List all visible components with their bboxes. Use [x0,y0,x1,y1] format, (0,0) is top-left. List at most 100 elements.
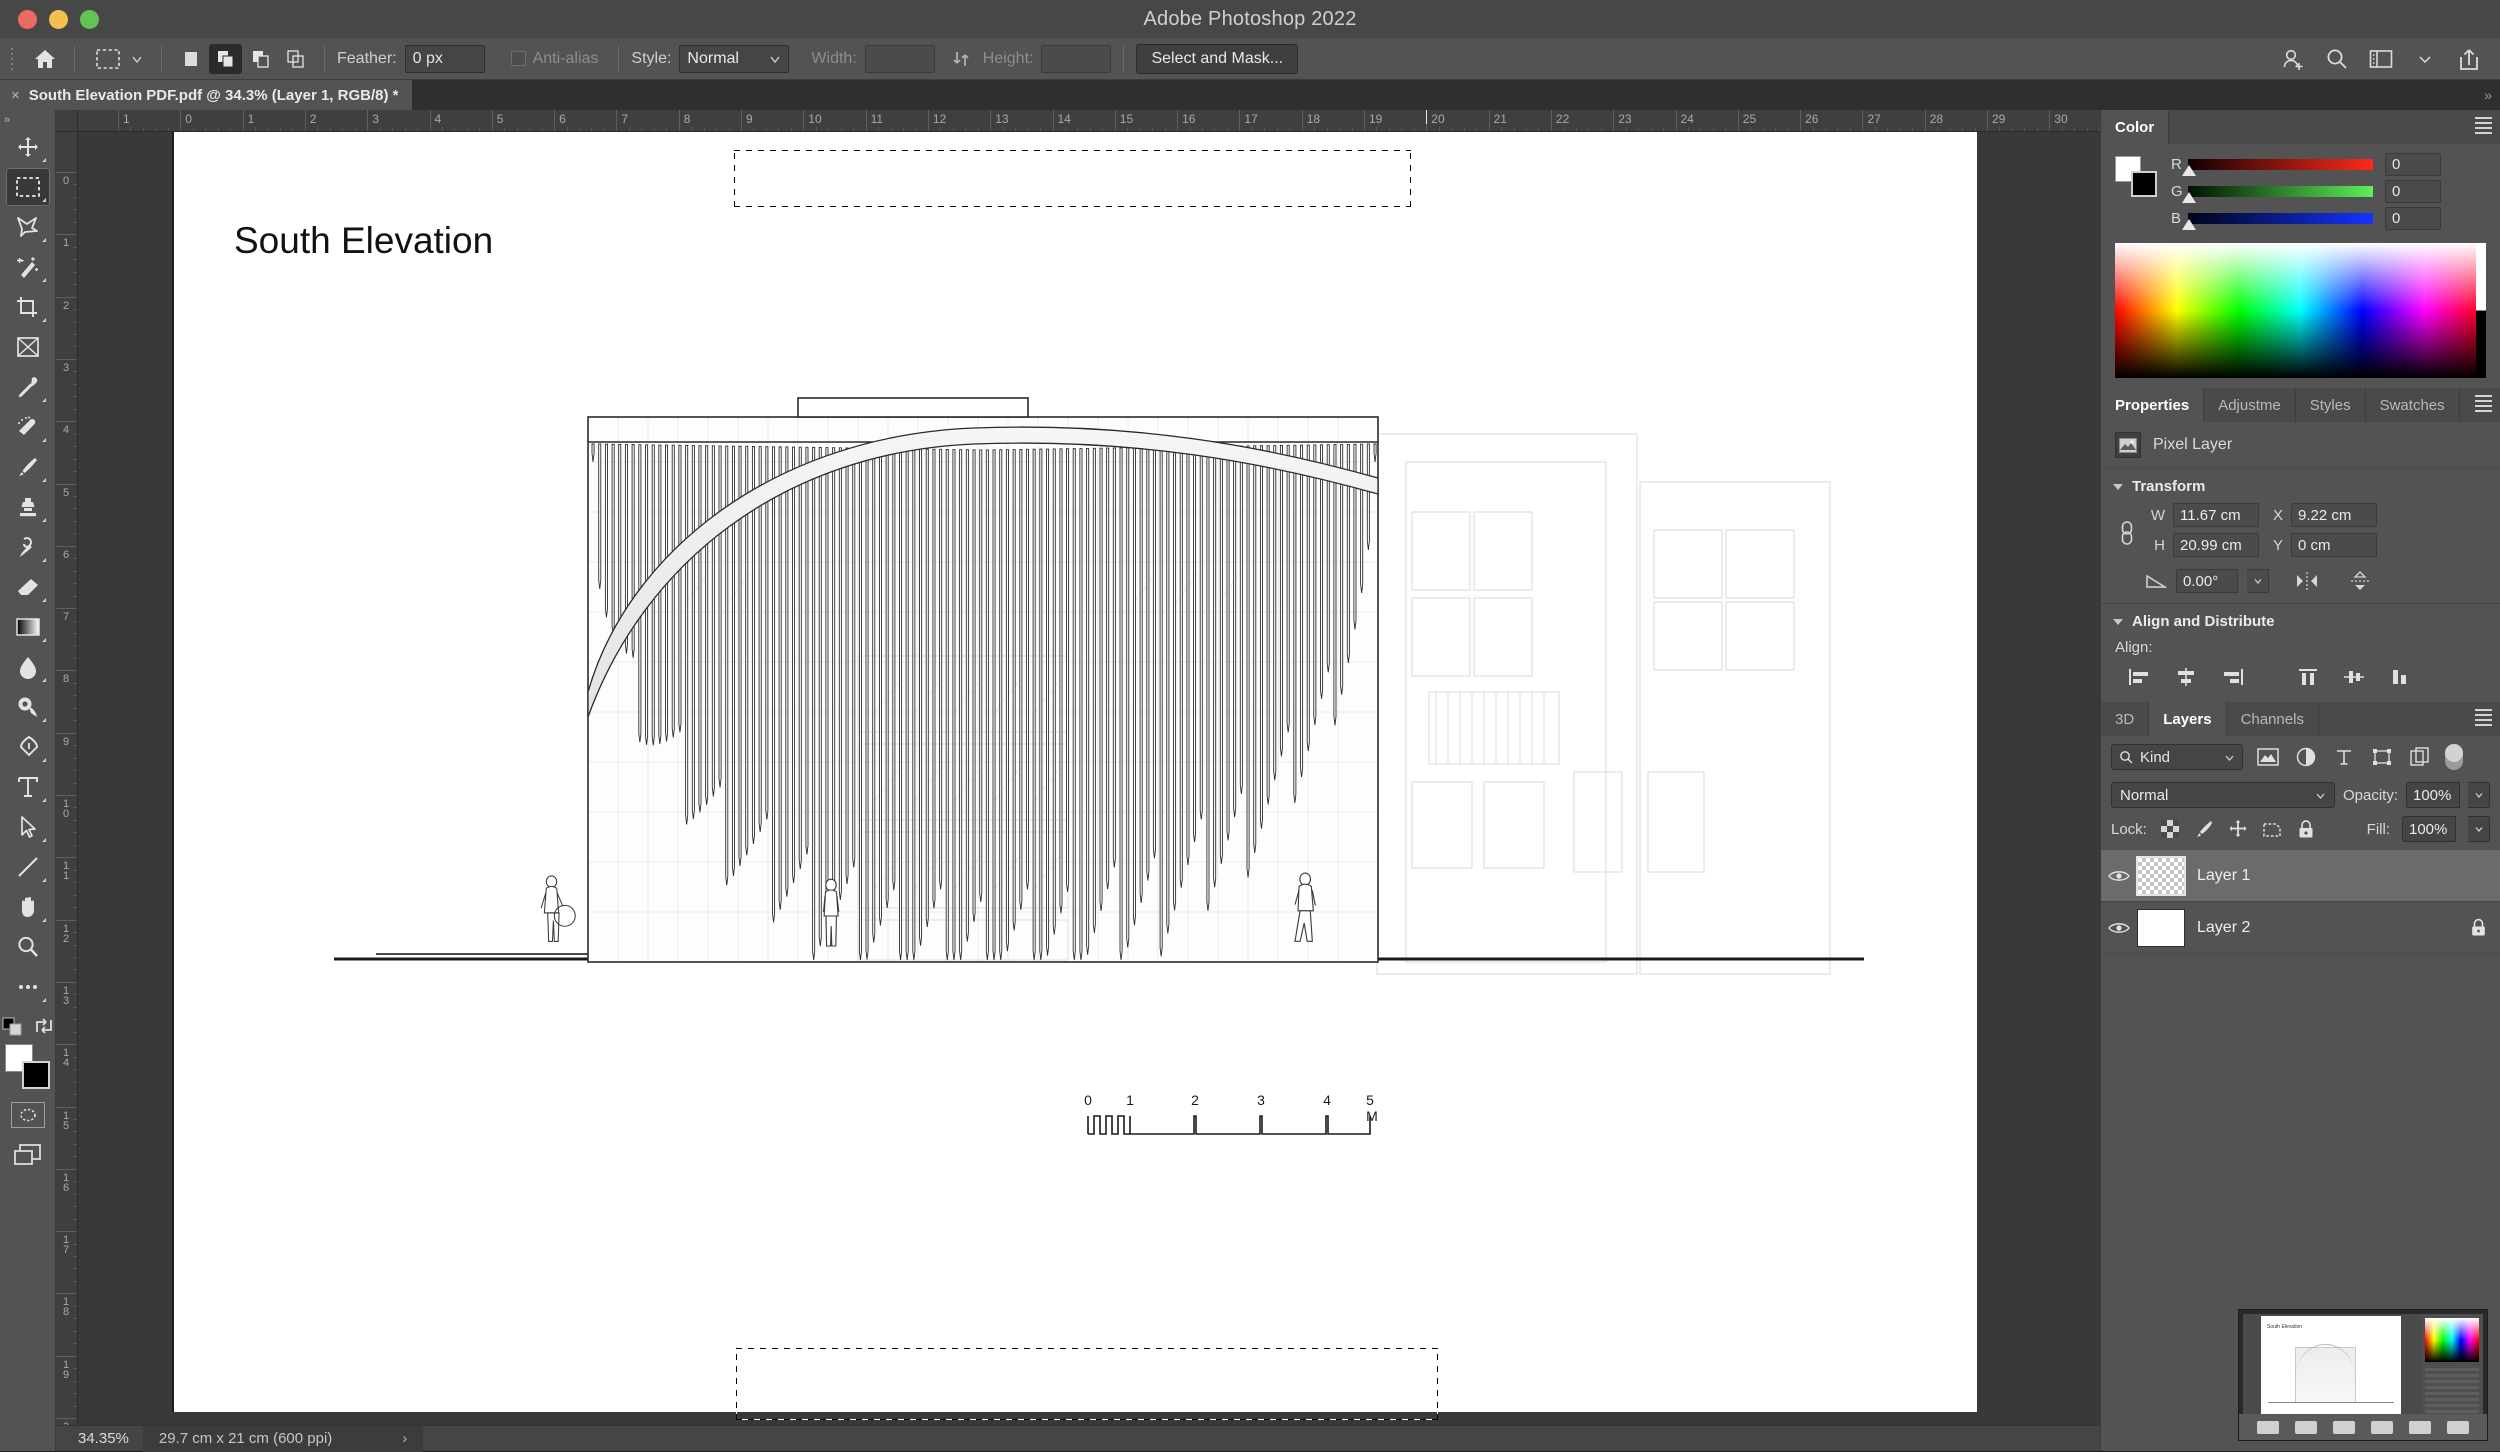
marquee-selection-bottom[interactable] [736,1348,1438,1420]
blue-value-input[interactable]: 0 [2385,207,2441,230]
brush-tool[interactable] [6,448,50,486]
tab-channels[interactable]: Channels [2226,702,2319,736]
flip-horizontal-icon[interactable] [2292,569,2322,593]
transform-section-header[interactable]: Transform [2101,469,2500,500]
feather-input[interactable]: 0 px [404,44,485,73]
swap-colors-icon[interactable] [34,1016,54,1036]
layer-row[interactable]: Layer 2 [2101,902,2500,954]
gradient-tool[interactable] [6,608,50,646]
blend-mode-select[interactable]: Normal [2111,782,2335,808]
align-right-edges-icon[interactable] [2209,664,2255,690]
background-color-swatch[interactable] [2131,171,2157,197]
tab-adjustments[interactable]: Adjustme [2204,388,2296,422]
move-tool[interactable] [6,128,50,166]
align-bottom-edges-icon[interactable] [2377,664,2423,690]
crop-tool[interactable] [6,288,50,326]
search-icon[interactable] [2324,46,2350,72]
history-brush-tool[interactable] [6,528,50,566]
zoom-level[interactable]: 34.35% [56,1430,143,1447]
line-shape-tool[interactable] [6,848,50,886]
style-select[interactable]: Normal [679,44,790,73]
opacity-dropdown[interactable] [2468,782,2490,808]
workspace-icon[interactable] [2368,46,2394,72]
status-expand-icon[interactable]: › [402,1430,407,1447]
options-bar-grip[interactable] [6,47,18,71]
rectangular-marquee-tool[interactable] [5,168,50,206]
toolbar-collapse-icon[interactable]: » [0,112,10,128]
transform-height-input[interactable]: 20.99 cm [2173,533,2259,557]
align-section-header[interactable]: Align and Distribute [2101,604,2500,635]
align-left-edges-icon[interactable] [2117,664,2163,690]
link-chain-icon[interactable] [2115,516,2139,550]
rotation-angle-dropdown[interactable] [2247,569,2269,593]
layer-row[interactable]: Layer 1 [2101,850,2500,902]
spot-healing-brush-tool[interactable] [6,408,50,446]
panel-menu-icon[interactable] [2466,388,2500,422]
intersect-with-selection-button[interactable] [279,44,312,74]
anti-alias-checkbox[interactable] [510,51,526,66]
fill-dropdown[interactable] [2468,816,2490,842]
home-button[interactable] [28,44,62,74]
lasso-tool[interactable] [6,208,50,246]
height-input[interactable] [1041,44,1112,73]
transform-y-input[interactable]: 0 cm [2291,533,2377,557]
lock-artboard-nesting-icon[interactable] [2261,818,2283,840]
fill-input[interactable]: 100% [2402,816,2456,842]
new-selection-button[interactable] [174,44,207,74]
document-canvas[interactable]: South Elevation 0 1 2 3 4 5 M [174,132,1977,1420]
share-icon[interactable] [2456,46,2482,72]
tab-properties[interactable]: Properties [2101,388,2205,422]
tab-color[interactable]: Color [2101,110,2170,144]
document-size-info[interactable]: 29.7 cm x 21 cm (600 ppi) › [142,1425,424,1452]
shape-filter-icon[interactable] [2369,745,2395,769]
rotation-angle-input[interactable]: 0.00° [2176,569,2238,593]
select-and-mask-button[interactable]: Select and Mask... [1136,43,1299,74]
color-spectrum-ramp[interactable] [2115,243,2486,378]
dodge-tool[interactable] [6,688,50,726]
red-slider-thumb[interactable] [2182,165,2196,176]
tab-layers[interactable]: Layers [2149,702,2227,736]
add-person-icon[interactable] [2280,46,2306,72]
lock-position-icon[interactable] [2227,818,2249,840]
panel-menu-icon[interactable] [2466,702,2500,736]
layer-name[interactable]: Layer 1 [2197,867,2492,885]
object-selection-tool[interactable] [6,248,50,286]
tab-styles[interactable]: Styles [2295,388,2366,422]
layer-thumbnail[interactable] [2136,855,2186,896]
subtract-from-selection-button[interactable] [244,44,277,74]
disclosure-triangle-icon[interactable] [2113,618,2123,625]
document-tab[interactable]: × South Elevation PDF.pdf @ 34.3% (Layer… [0,80,414,110]
quick-mask-icon[interactable] [10,1102,45,1128]
marquee-selection-top[interactable] [734,150,1411,207]
layer-name[interactable]: Layer 2 [2197,919,2471,937]
tab-3d[interactable]: 3D [2101,702,2150,736]
layer-thumbnail[interactable] [2137,908,2185,947]
canvas-viewport[interactable]: South Elevation 0 1 2 3 4 5 M [78,132,2100,1451]
type-tool[interactable] [6,768,50,806]
edit-toolbar-button[interactable] [6,968,50,1006]
eraser-tool[interactable] [6,568,50,606]
red-slider[interactable] [2182,159,2373,176]
green-slider[interactable] [2182,186,2373,203]
layer-kind-filter[interactable]: Kind [2111,744,2243,770]
tab-swatches[interactable]: Swatches [2365,388,2460,422]
close-icon[interactable]: × [11,87,20,104]
red-value-input[interactable]: 0 [2385,153,2441,176]
blue-slider-thumb[interactable] [2182,219,2196,230]
layer-visibility-toggle[interactable] [2101,921,2137,935]
opacity-input[interactable]: 100% [2406,782,2460,808]
disclosure-triangle-icon[interactable] [2113,483,2123,490]
transform-x-input[interactable]: 9.22 cm [2291,503,2377,527]
blue-slider[interactable] [2182,213,2373,230]
green-value-input[interactable]: 0 [2385,180,2441,203]
type-filter-icon[interactable] [2331,745,2357,769]
smart-object-filter-icon[interactable] [2407,745,2433,769]
clone-stamp-tool[interactable] [6,488,50,526]
add-to-selection-button[interactable] [209,43,242,74]
screen-mode-icon[interactable] [12,1142,44,1168]
pen-tool[interactable] [6,728,50,766]
swap-arrows-icon[interactable] [947,49,975,69]
vertical-ruler[interactable]: 01234567891011121314151617181920 [56,132,78,1451]
spectrum-endcap[interactable] [2476,243,2486,378]
lock-transparent-pixels-icon[interactable] [2159,818,2181,840]
